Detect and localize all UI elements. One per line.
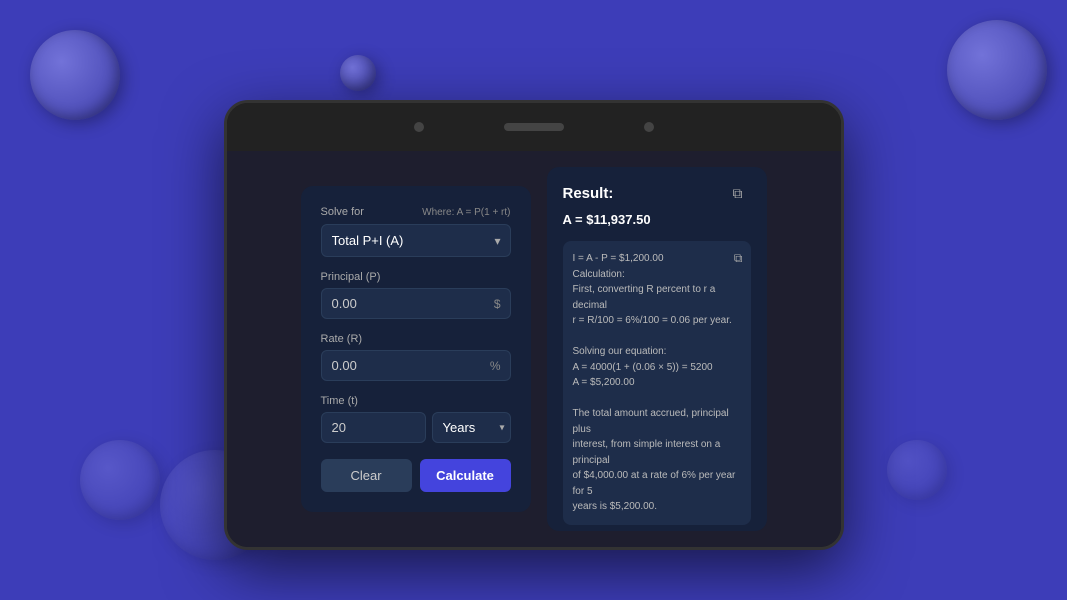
clear-button[interactable]: Clear: [321, 459, 412, 492]
rate-input[interactable]: [321, 350, 511, 381]
time-field-group: Time (t) Years Months Days ▾: [321, 395, 511, 443]
time-input-row: Years Months Days ▾: [321, 412, 511, 443]
formula-label: Where: A = P(1 + rt): [422, 207, 510, 218]
principal-input[interactable]: [321, 288, 511, 319]
time-input[interactable]: [321, 412, 426, 443]
button-row: Clear Calculate: [321, 459, 511, 492]
solve-for-select[interactable]: Total P+I (A) Principal (P) Rate (R) Tim…: [321, 224, 511, 257]
time-unit-select-wrapper[interactable]: Years Months Days ▾: [432, 412, 511, 443]
tablet-top-bar: [227, 103, 841, 151]
result-title: Result:: [563, 183, 614, 206]
tablet-device: Solve for Where: A = P(1 + rt) Total P+I…: [224, 100, 844, 550]
result-detail-text: I = A - P = $1,200.00 Calculation: First…: [573, 251, 741, 515]
tablet-camera-left: [414, 122, 424, 132]
result-header: Result: ⧉: [563, 183, 751, 206]
rate-input-wrapper: %: [321, 350, 511, 381]
principal-label: Principal (P): [321, 271, 511, 283]
calculator-panel: Solve for Where: A = P(1 + rt) Total P+I…: [301, 186, 531, 512]
copy-detail-icon[interactable]: ⧉: [734, 249, 743, 268]
principal-input-wrapper: $: [321, 288, 511, 319]
solve-for-label-text: Solve for: [321, 206, 364, 218]
time-label: Time (t): [321, 395, 511, 407]
bg-sphere-2: [340, 55, 376, 91]
copy-result-icon[interactable]: ⧉: [733, 183, 751, 201]
principal-field-group: Principal (P) $: [321, 271, 511, 319]
bg-sphere-6: [887, 440, 947, 500]
tablet-content: Solve for Where: A = P(1 + rt) Total P+I…: [227, 151, 841, 547]
tablet-camera-right: [644, 122, 654, 132]
tablet-speaker: [504, 123, 564, 131]
result-detail-section: ⧉ I = A - P = $1,200.00 Calculation: Fir…: [563, 241, 751, 525]
time-unit-select[interactable]: Years Months Days: [432, 412, 511, 443]
rate-label: Rate (R): [321, 333, 511, 345]
rate-suffix-icon: %: [490, 359, 501, 373]
principal-suffix-icon: $: [494, 297, 501, 311]
solve-for-select-wrapper[interactable]: Total P+I (A) Principal (P) Rate (R) Tim…: [321, 224, 511, 257]
bg-sphere-3: [947, 20, 1047, 120]
calculate-button[interactable]: Calculate: [420, 459, 511, 492]
bg-sphere-1: [30, 30, 120, 120]
result-value: A = $11,937.50: [563, 210, 751, 230]
result-panel: Result: ⧉ A = $11,937.50 ⧉ I = A - P = $…: [547, 167, 767, 531]
bg-sphere-4: [80, 440, 160, 520]
rate-field-group: Rate (R) %: [321, 333, 511, 381]
solve-for-header: Solve for Where: A = P(1 + rt): [321, 206, 511, 218]
